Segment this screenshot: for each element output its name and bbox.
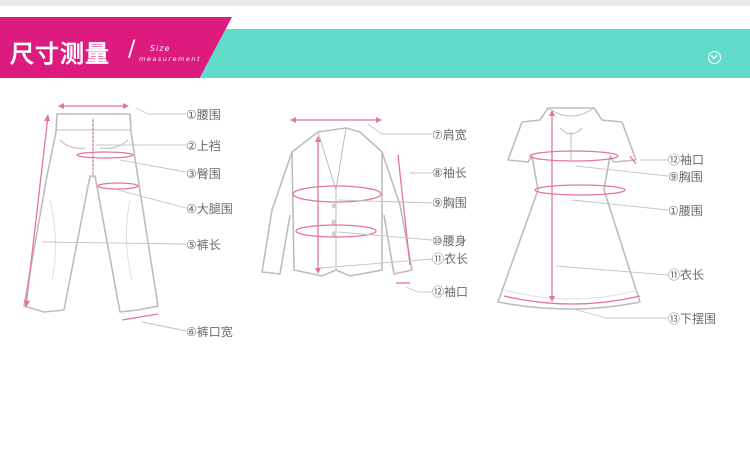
label-shoulder-width: ⑦肩宽 <box>432 128 467 142</box>
label-hip: ③臀围 <box>186 167 221 181</box>
label-front-rise: ②上裆 <box>186 139 221 153</box>
label-thigh: ④大腿围 <box>186 202 233 216</box>
pants-measure-lines <box>24 103 159 321</box>
dress-leader-lines <box>555 159 669 319</box>
label-dress-cuff: ⑫袖口 <box>668 153 705 167</box>
label-dress-waist: ①腰围 <box>668 204 703 218</box>
label-dress-chest: ⑨胸围 <box>668 170 703 184</box>
label-leg-opening: ⑥裤口宽 <box>186 325 233 339</box>
label-waist: ①腰围 <box>186 108 221 122</box>
pants-leader-lines <box>41 107 187 332</box>
label-jacket-chest: ⑨胸围 <box>432 196 467 210</box>
label-jacket-waist: ⑩腰身 <box>432 234 467 248</box>
label-dress-length: ⑪衣长 <box>668 268 705 282</box>
label-jacket-cuff: ⑫袖口 <box>432 285 469 299</box>
label-jacket-length: ⑪衣长 <box>432 252 469 266</box>
pants-drawing <box>23 113 159 313</box>
label-pants-length: ⑤裤长 <box>186 238 221 252</box>
dress-measure-lines <box>503 110 641 305</box>
jacket-leader-lines <box>319 123 433 293</box>
label-sleeve-length: ⑧袖长 <box>432 166 467 180</box>
dress-drawing <box>497 107 641 310</box>
label-hem-circumference: ⑬下摆围 <box>668 312 717 326</box>
